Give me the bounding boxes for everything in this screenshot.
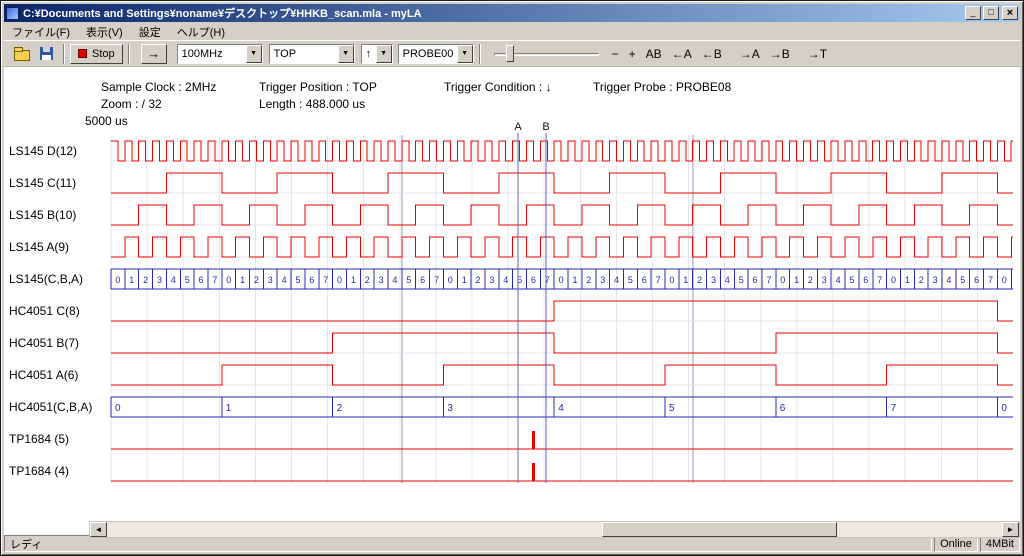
stop-button[interactable]: Stop	[70, 44, 123, 64]
cursor-b-right-button[interactable]: →B	[765, 44, 795, 64]
title-bar: C:¥Documents and Settings¥noname¥デスクトップ¥…	[4, 4, 1020, 22]
app-window: C:¥Documents and Settings¥noname¥デスクトップ¥…	[0, 0, 1024, 556]
chevron-down-icon[interactable]: ▼	[338, 45, 354, 63]
trigger-position-value: TOP	[270, 48, 338, 60]
trigger-position-readout: Trigger Position : TOP	[259, 80, 377, 94]
time-scale-label: 5000 us	[85, 114, 128, 128]
toolbar-separator	[479, 44, 481, 64]
menu-item-settings[interactable]: 設定	[131, 22, 169, 42]
toolbar-separator	[128, 44, 130, 64]
scrollbar-thumb[interactable]	[602, 522, 837, 537]
zoom-out-button[interactable]: −	[607, 44, 624, 64]
goto-trigger-button[interactable]: →T	[803, 44, 832, 64]
trigger-edge-select[interactable]: ↑ ▼	[361, 44, 393, 64]
menu-bar: ファイル(F) 表示(V) 設定 ヘルプ(H)	[4, 23, 1020, 40]
cursor-a-right-button[interactable]: →A	[735, 44, 765, 64]
trigger-edge-value: ↑	[362, 48, 376, 60]
scroll-left-button[interactable]: ◄	[90, 522, 107, 537]
sample-clock-select[interactable]: 100MHz ▼	[177, 44, 263, 64]
scrollbar-track[interactable]	[107, 522, 1002, 537]
zoom-in-button[interactable]: +	[624, 44, 641, 64]
chevron-down-icon[interactable]: ▼	[246, 45, 262, 63]
zoom-readout: Zoom : / 32	[101, 97, 162, 111]
menu-item-file[interactable]: ファイル(F)	[4, 22, 78, 42]
open-button[interactable]	[10, 43, 34, 65]
tool-bar: Stop → 100MHz ▼ TOP ▼ ↑ ▼ PROBE00 ▼ − +	[4, 40, 1020, 67]
zoom-ab-button[interactable]: AB	[641, 44, 667, 64]
run-button[interactable]: →	[141, 44, 167, 64]
zoom-slider[interactable]	[494, 43, 599, 65]
waveform-client-area	[4, 67, 1020, 538]
length-readout: Length : 488.000 us	[259, 97, 365, 111]
chevron-down-icon[interactable]: ▼	[457, 45, 473, 63]
stop-icon	[78, 49, 87, 58]
trigger-position-select[interactable]: TOP ▼	[269, 44, 355, 64]
zoom-slider-thumb[interactable]	[506, 45, 514, 62]
save-button[interactable]	[34, 43, 58, 65]
window-title: C:¥Documents and Settings¥noname¥デスクトップ¥…	[23, 5, 963, 21]
sample-clock-value: 100MHz	[178, 48, 246, 60]
cursor-b-left-button[interactable]: ←B	[697, 44, 727, 64]
menu-item-help[interactable]: ヘルプ(H)	[169, 22, 233, 42]
sample-clock-readout: Sample Clock : 2MHz	[101, 80, 216, 94]
cursor-a-left-button[interactable]: ←A	[667, 44, 697, 64]
maximize-button[interactable]: □	[983, 6, 999, 20]
toolbar-separator	[63, 44, 65, 64]
stop-label: Stop	[92, 48, 115, 60]
trigger-probe-value: PROBE00	[399, 48, 457, 60]
minimize-button[interactable]: _	[965, 6, 981, 20]
app-icon	[6, 7, 19, 20]
trigger-condition-readout: Trigger Condition : ↓	[444, 80, 552, 94]
scroll-right-button[interactable]: ►	[1002, 522, 1019, 537]
close-button[interactable]: ×	[1002, 6, 1018, 20]
menu-item-view[interactable]: 表示(V)	[78, 22, 131, 42]
folder-icon	[14, 50, 30, 61]
trigger-probe-readout: Trigger Probe : PROBE08	[593, 80, 731, 94]
chevron-down-icon[interactable]: ▼	[376, 45, 392, 63]
save-icon	[40, 47, 53, 60]
trigger-probe-select[interactable]: PROBE00 ▼	[398, 44, 474, 64]
horizontal-scrollbar[interactable]: ◄ ►	[89, 521, 1020, 538]
